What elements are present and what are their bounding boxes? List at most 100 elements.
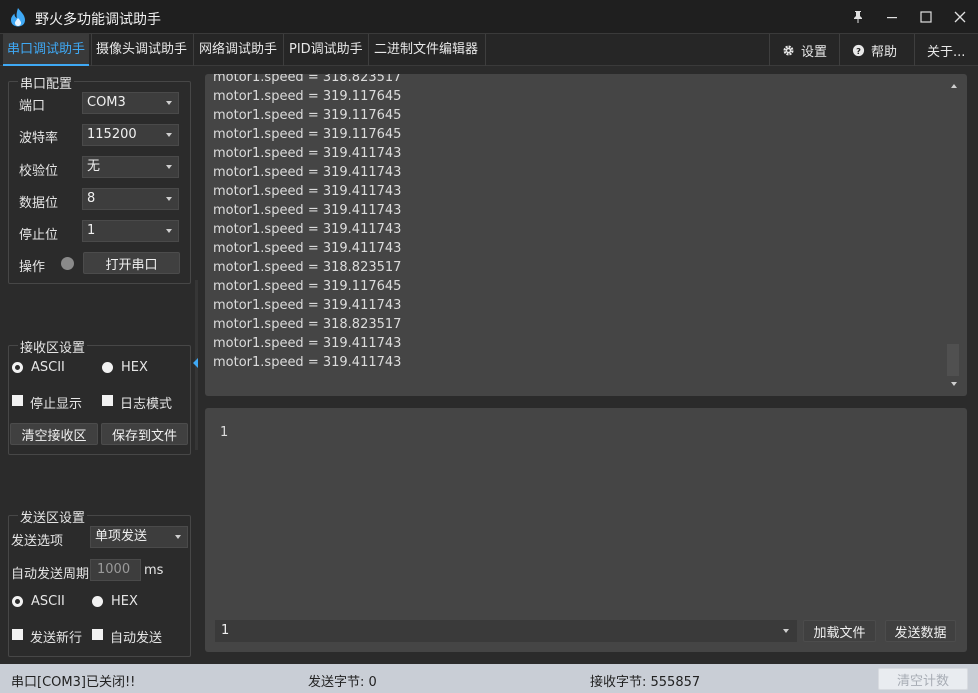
receive-text: motor1.speed = 318.823517 motor1.speed = … (213, 74, 401, 372)
tab-separator (485, 34, 486, 66)
send-history-select[interactable]: 1 (215, 620, 797, 642)
baud-label: 波特率 (19, 131, 59, 146)
auto-send-period-input[interactable]: 1000 (90, 559, 141, 581)
port-value: COM3 (87, 95, 126, 110)
settings-button[interactable]: 设置 (769, 34, 839, 66)
chevron-down-icon (783, 629, 789, 633)
send-text[interactable]: 1 (220, 425, 228, 440)
chevron-down-icon (166, 197, 172, 201)
maximize-icon[interactable] (915, 6, 937, 28)
tab-camera[interactable]: 摄像头调试助手 (92, 34, 191, 66)
send-option-label: 发送选项 (11, 534, 64, 549)
send-ascii-label: ASCII (31, 594, 65, 609)
receive-area[interactable]: motor1.speed = 318.823517 motor1.speed = … (205, 74, 967, 396)
clear-count-button[interactable]: 清空计数 (878, 668, 968, 690)
minimize-icon[interactable] (881, 6, 903, 28)
auto-send-period-label: 自动发送周期 (11, 567, 90, 582)
chevron-down-icon (166, 133, 172, 137)
recv-ascii-radio[interactable] (12, 362, 23, 373)
receive-line: motor1.speed = 319.411743 (213, 184, 402, 199)
baud-value: 115200 (87, 127, 137, 142)
about-button[interactable]: 关于... (914, 34, 978, 66)
receive-line: motor1.speed = 319.117645 (213, 279, 402, 294)
receive-line: motor1.speed = 319.117645 (213, 89, 402, 104)
collapse-arrow-icon[interactable] (193, 358, 198, 368)
receive-line: motor1.speed = 319.411743 (213, 203, 402, 218)
send-ascii-radio[interactable] (12, 596, 23, 607)
send-history-value: 1 (221, 623, 230, 638)
auto-send-label: 自动发送 (110, 631, 163, 646)
port-label: 端口 (19, 99, 46, 114)
send-data-button[interactable]: 发送数据 (885, 620, 956, 642)
send-hex-radio[interactable] (92, 596, 103, 607)
recv-hex-radio[interactable] (102, 362, 113, 373)
receive-line: motor1.speed = 319.117645 (213, 108, 402, 123)
receive-line: motor1.speed = 319.411743 (213, 146, 402, 161)
receive-line: motor1.speed = 318.823517 (213, 317, 402, 332)
help-button[interactable]: ? 帮助 (839, 34, 914, 66)
serial-config-title: 串口配置 (18, 73, 75, 92)
svg-text:?: ? (856, 45, 861, 55)
receive-line: motor1.speed = 319.411743 (213, 165, 402, 180)
open-port-button[interactable]: 打开串口 (83, 252, 180, 274)
stopbits-value: 1 (87, 223, 96, 238)
databits-label: 数据位 (19, 196, 59, 211)
scroll-up-icon[interactable] (951, 84, 957, 88)
stop-display-checkbox[interactable] (12, 395, 23, 406)
baud-select[interactable]: 115200 (82, 124, 179, 146)
chevron-down-icon (166, 101, 172, 105)
load-file-button[interactable]: 加载文件 (803, 620, 876, 642)
send-newline-label: 发送新行 (30, 631, 83, 646)
tab-network[interactable]: 网络调试助手 (195, 34, 281, 66)
receive-line: motor1.speed = 319.411743 (213, 355, 402, 370)
tab-serial[interactable]: 串口调试助手 (3, 34, 90, 66)
tab-separator (193, 34, 194, 66)
status-led-icon (61, 257, 74, 270)
chevron-down-icon (175, 535, 181, 539)
help-label: 帮助 (871, 44, 898, 60)
pin-icon[interactable] (847, 6, 869, 28)
port-status-text: 串口[COM3]已关闭!! (11, 675, 136, 690)
stopbits-label: 停止位 (19, 228, 59, 243)
receive-settings-title: 接收区设置 (18, 337, 88, 356)
tab-separator (368, 34, 369, 66)
chevron-down-icon (166, 165, 172, 169)
log-mode-label: 日志模式 (120, 397, 173, 412)
help-icon: ? (852, 44, 865, 56)
stopbits-select[interactable]: 1 (82, 220, 179, 242)
scroll-down-icon[interactable] (951, 382, 957, 386)
window-title: 野火多功能调试助手 (35, 12, 161, 28)
recv-hex-label: HEX (121, 360, 148, 375)
log-mode-checkbox[interactable] (102, 395, 113, 406)
send-option-value: 单项发送 (95, 529, 148, 544)
databits-value: 8 (87, 191, 96, 206)
send-option-select[interactable]: 单项发送 (90, 526, 188, 548)
send-settings-title: 发送区设置 (18, 507, 88, 526)
operation-label: 操作 (19, 260, 46, 275)
send-hex-label: HEX (111, 594, 138, 609)
receive-line: motor1.speed = 319.411743 (213, 336, 402, 351)
parity-value: 无 (87, 159, 101, 174)
tab-pid[interactable]: PID调试助手 (285, 34, 367, 66)
flame-logo-icon (11, 8, 25, 27)
save-to-file-button[interactable]: 保存到文件 (101, 423, 188, 445)
clear-receive-button[interactable]: 清空接收区 (10, 423, 98, 445)
sent-bytes-text: 发送字节: 0 (308, 675, 377, 690)
parity-select[interactable]: 无 (82, 156, 179, 178)
databits-select[interactable]: 8 (82, 188, 179, 210)
recv-ascii-label: ASCII (31, 360, 65, 375)
send-newline-checkbox[interactable] (12, 629, 23, 640)
scrollbar-thumb[interactable] (947, 344, 959, 376)
close-icon[interactable] (949, 6, 971, 28)
receive-line: motor1.speed = 318.823517 (213, 260, 402, 275)
send-area[interactable]: 1 1 加载文件 发送数据 (205, 408, 967, 652)
settings-label: 设置 (801, 44, 828, 60)
tab-binary-editor[interactable]: 二进制文件编辑器 (370, 34, 482, 66)
period-unit-label: ms (144, 563, 164, 578)
receive-line: motor1.speed = 319.411743 (213, 298, 402, 313)
port-select[interactable]: COM3 (82, 92, 179, 114)
receive-line: motor1.speed = 319.411743 (213, 241, 402, 256)
tab-separator (283, 34, 284, 66)
gear-icon (783, 44, 794, 56)
auto-send-checkbox[interactable] (92, 629, 103, 640)
